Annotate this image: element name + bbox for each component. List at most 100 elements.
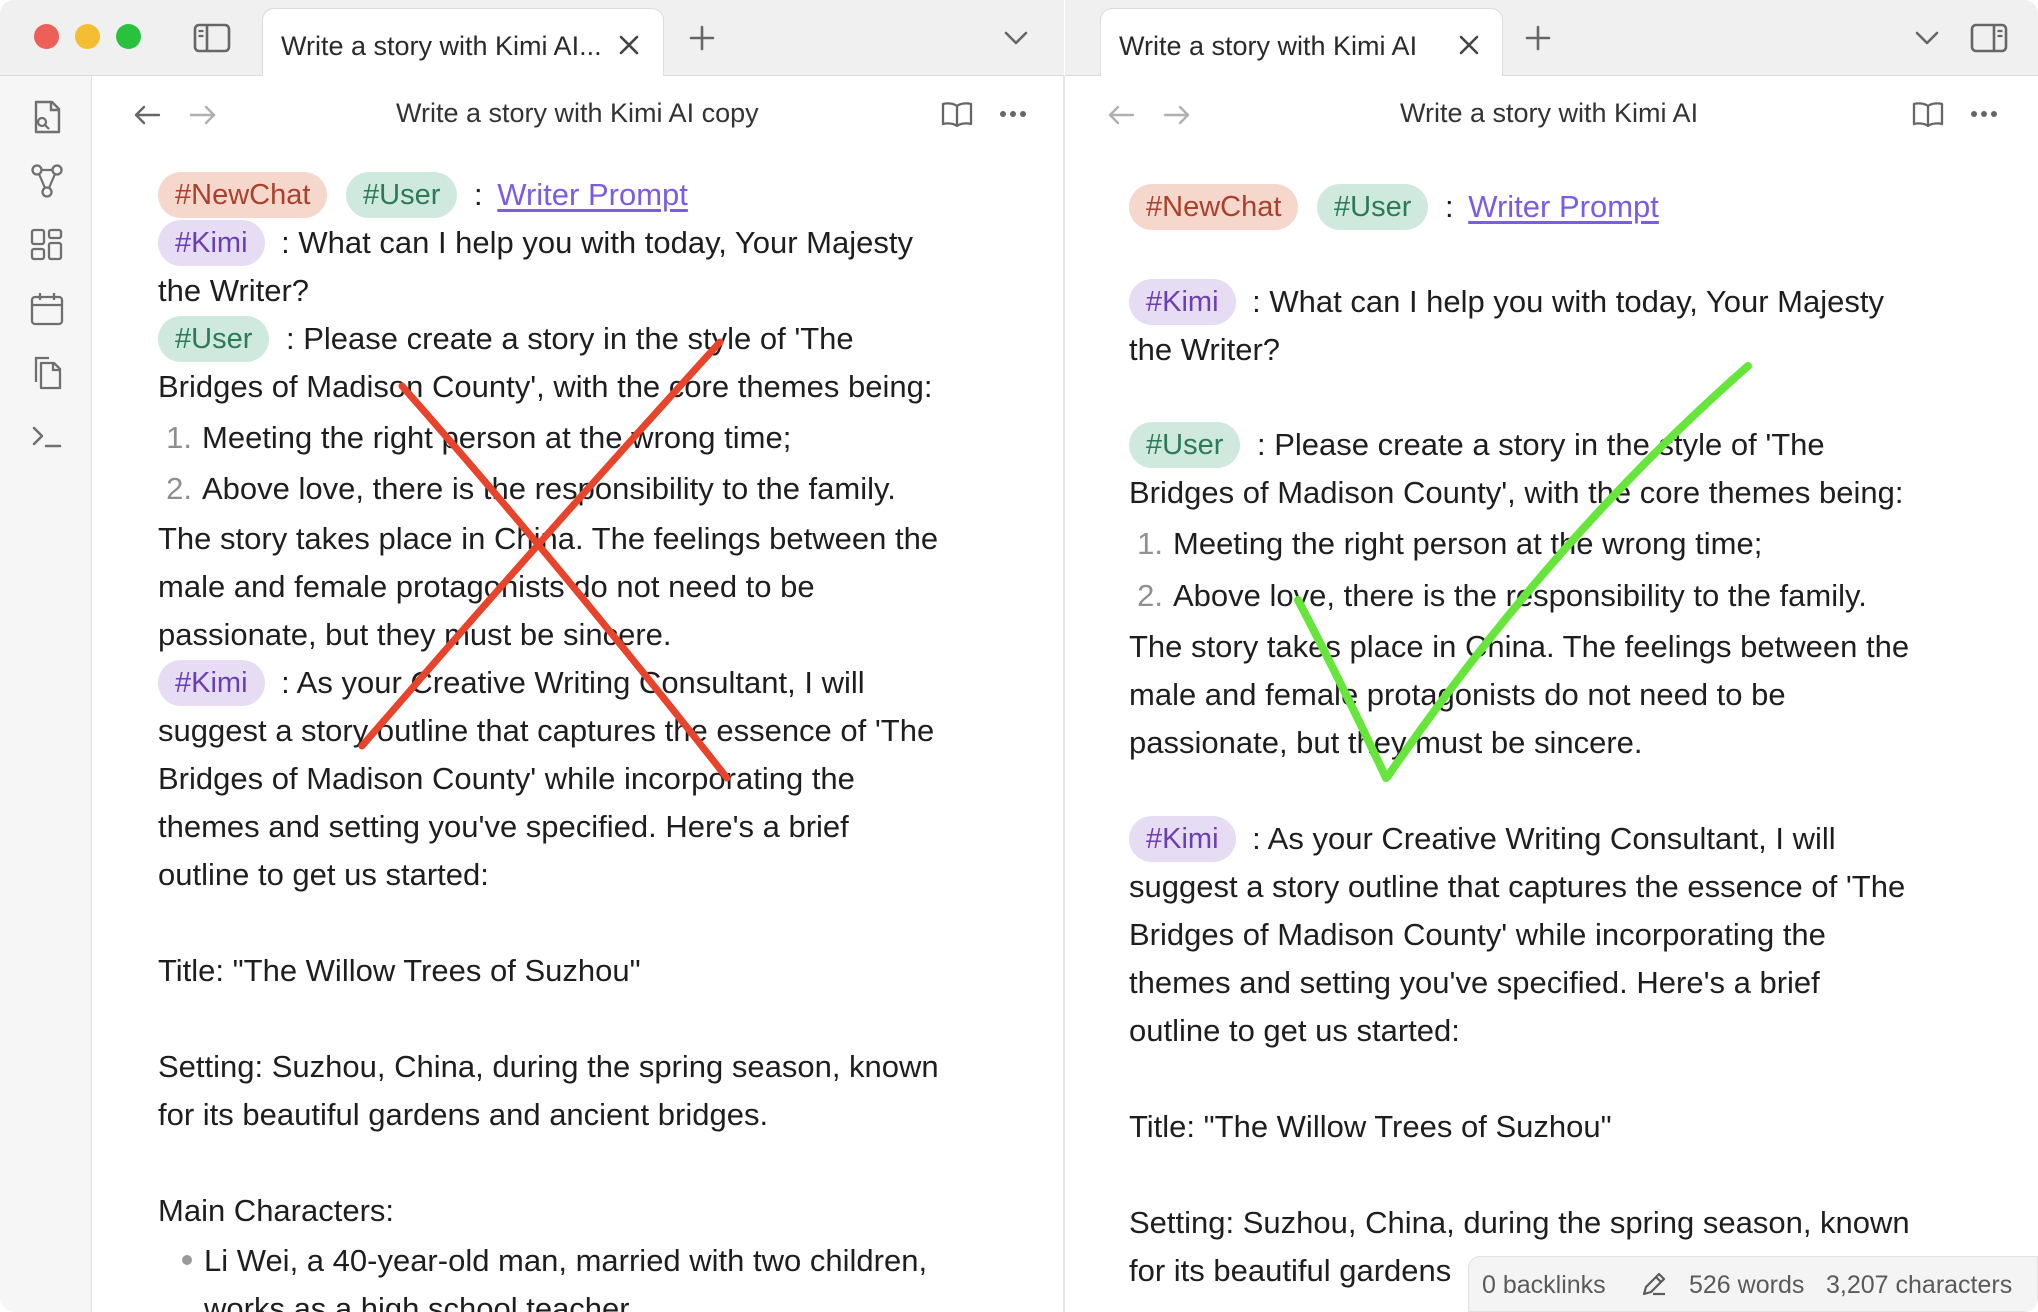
more-options-icon[interactable]: [993, 96, 1033, 132]
tab-bar-left: Write a story with Kimi AI...: [0, 0, 1064, 76]
list-item: 2. Above love, there is the responsibilit…: [158, 465, 1038, 513]
tag-newchat[interactable]: #NewChat: [1129, 184, 1299, 230]
tag-kimi[interactable]: #Kimi: [1129, 279, 1236, 325]
line-kimi-2: #Kimi : As your Creative Writing Consult…: [158, 659, 1038, 707]
line-header: #NewChat #User : Writer Prompt: [1129, 183, 2019, 231]
text-line: What can I help you with today, Your Maj…: [298, 225, 913, 260]
writer-prompt-link[interactable]: Writer Prompt: [1468, 189, 1659, 224]
tag-newchat[interactable]: #NewChat: [158, 172, 328, 218]
tab-title: Write a story with Kimi AI: [1119, 31, 1418, 61]
text-line: outline to get us started:: [1129, 1013, 1460, 1048]
writer-prompt-link[interactable]: Writer Prompt: [497, 177, 688, 212]
line-user-1: #User : Please create a story in the sty…: [158, 315, 1038, 363]
pencil-icon[interactable]: [1639, 1269, 1669, 1306]
view-header: Write a story with Kimi AI: [1066, 77, 2038, 149]
text-line: As your Creative Writing Consultant, I w…: [296, 665, 865, 700]
list-item: 2. Above love, there is the responsibilit…: [1129, 572, 2019, 620]
text-line: male and female protagonists do not need…: [158, 569, 815, 604]
text-line: Meeting the right person at the wrong ti…: [1173, 526, 1763, 561]
text-line: passionate, but they must be sincere.: [1129, 725, 1643, 760]
text-line: Bridges of Madison County', with the cor…: [1129, 475, 1904, 510]
text-line: Li Wei, a 40-year-old man, married with …: [204, 1243, 928, 1278]
tag-kimi[interactable]: #Kimi: [158, 220, 265, 266]
daily-note-icon[interactable]: [28, 290, 66, 328]
separator: :: [1252, 821, 1261, 856]
text-line: Main Characters:: [158, 1193, 395, 1228]
templates-icon[interactable]: [28, 354, 66, 392]
text-line: As your Creative Writing Consultant, I w…: [1267, 821, 1836, 856]
editor-pane-left: Write a story with Kimi AI copy #NewChat…: [93, 77, 1063, 1312]
separator: :: [281, 225, 290, 260]
text-line: Above love, there is the responsibility …: [1173, 578, 1867, 613]
tab-write-a-story[interactable]: Write a story with Kimi AI: [1100, 8, 1503, 76]
word-count: 526 words: [1689, 1271, 1805, 1299]
list-item-continuation: works as a high school teacher: [158, 1285, 1038, 1312]
separator: :: [474, 177, 483, 212]
character-count: 3,207 characters: [1826, 1271, 2013, 1299]
tag-user[interactable]: #User: [1317, 184, 1429, 230]
close-icon[interactable]: [1453, 29, 1485, 61]
separator: :: [1252, 284, 1261, 319]
close-icon[interactable]: [613, 29, 645, 61]
text-line: What can I help you with today, Your Maj…: [1269, 284, 1884, 319]
reading-view-icon[interactable]: [1908, 96, 1948, 132]
text-line: Please create a story in the style of 'T…: [1274, 427, 1825, 462]
app-window: Write a story with Kimi AI... Write a st…: [0, 0, 2038, 1312]
note-content[interactable]: #NewChat #User : Writer Prompt #Kimi : W…: [1129, 183, 2019, 1295]
window-minimize-button[interactable]: [75, 24, 100, 49]
reading-view-icon[interactable]: [937, 96, 977, 132]
text-line: Bridges of Madison County' while incorpo…: [1129, 917, 1826, 952]
plus-icon[interactable]: [1518, 18, 1558, 58]
tab-write-a-story-copy[interactable]: Write a story with Kimi AI...: [262, 8, 664, 76]
canvas-icon[interactable]: [28, 226, 66, 264]
view-title: Write a story with Kimi AI: [1400, 98, 1699, 128]
tag-kimi[interactable]: #Kimi: [1129, 816, 1236, 862]
list-item: Li Wei, a 40-year-old man, married with …: [158, 1237, 1038, 1285]
separator: :: [285, 321, 295, 356]
chevron-down-icon[interactable]: [1907, 20, 1947, 56]
text-line: Title: "The Willow Trees of Suzhou": [1129, 1109, 1612, 1144]
right-sidebar-toggle-icon[interactable]: [1967, 18, 2011, 58]
tag-kimi[interactable]: #Kimi: [158, 660, 265, 706]
tag-user[interactable]: #User: [158, 316, 270, 362]
window-maximize-button[interactable]: [116, 24, 141, 49]
back-arrow-icon[interactable]: [127, 97, 167, 133]
text-line: works as a high school teacher: [204, 1291, 630, 1312]
command-palette-icon[interactable]: [28, 418, 66, 456]
open-quick-switcher-icon[interactable]: [28, 98, 66, 136]
view-header: Write a story with Kimi AI copy: [93, 77, 1063, 149]
tag-user[interactable]: #User: [1129, 422, 1241, 468]
text-line: Setting: Suzhou, China, during the sprin…: [158, 1049, 939, 1084]
bullet-icon: [182, 1254, 192, 1265]
text-line: Title: "The Willow Trees of Suzhou": [158, 953, 641, 988]
text-line: Above love, there is the responsibility …: [202, 471, 896, 506]
text-line: themes and setting you've specified. Her…: [1129, 965, 1820, 1000]
text-line: The story takes place in China. The feel…: [1129, 629, 1910, 664]
forward-arrow-icon[interactable]: [183, 97, 223, 133]
text-line: Bridges of Madison County' while incorpo…: [158, 761, 855, 796]
note-content[interactable]: #NewChat #User : Writer Prompt #Kimi : W…: [158, 171, 1038, 1312]
editor-pane-right: Write a story with Kimi AI #NewChat #Use…: [1066, 77, 2038, 1312]
backlinks-count[interactable]: 0 backlinks: [1482, 1271, 1606, 1300]
window-close-button[interactable]: [34, 24, 59, 49]
plus-icon[interactable]: [682, 18, 722, 58]
more-options-icon[interactable]: [1964, 96, 2004, 132]
pane-divider[interactable]: [1063, 76, 1065, 1312]
list-number: 2.: [1137, 578, 1163, 613]
chevron-down-icon[interactable]: [996, 20, 1036, 56]
text-line: Setting: Suzhou, China, during the sprin…: [1129, 1205, 1910, 1240]
forward-arrow-icon[interactable]: [1157, 97, 1197, 133]
sidebar-toggle-icon[interactable]: [190, 18, 234, 58]
tag-user[interactable]: #User: [346, 172, 458, 218]
line-kimi-2: #Kimi : As your Creative Writing Consult…: [1129, 815, 2019, 863]
back-arrow-icon[interactable]: [1101, 97, 1141, 133]
text-line: Please create a story in the style of 'T…: [303, 321, 854, 356]
graph-view-icon[interactable]: [28, 162, 66, 200]
text-line: Bridges of Madison County', with the cor…: [158, 369, 933, 404]
list-item: 1. Meeting the right person at the wrong …: [1129, 520, 2019, 568]
list-number: 1.: [166, 420, 192, 455]
